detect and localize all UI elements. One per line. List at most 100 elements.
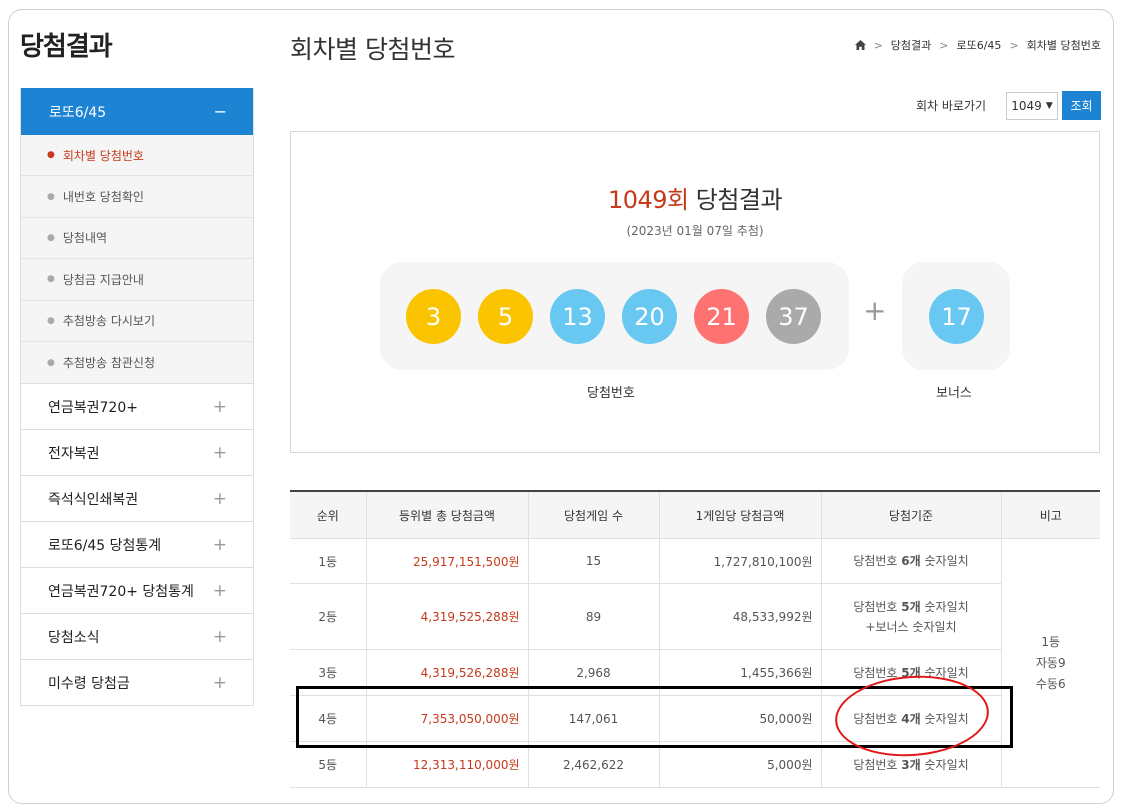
column-header: 당첨기준 bbox=[820, 491, 1002, 539]
rank-cell: 1등 bbox=[290, 538, 367, 584]
search-button[interactable]: 조회 bbox=[1062, 91, 1101, 120]
criteria-text: 숫자일치 bbox=[920, 599, 969, 614]
chevron-right-icon: > bbox=[1009, 38, 1019, 52]
sidebar-item-label: 로또6/45 bbox=[49, 104, 107, 121]
number-ball: 21 bbox=[694, 289, 749, 344]
total-prize-cell: 4,319,525,288원 bbox=[365, 583, 529, 650]
criteria-count: 6개 bbox=[901, 554, 921, 568]
bullet-icon: ● bbox=[47, 315, 55, 326]
draw-date: (2023년 01월 07일 추첨) bbox=[626, 224, 764, 238]
bullet-icon: ● bbox=[47, 232, 55, 243]
plus-icon: + bbox=[212, 580, 227, 601]
submenu-item-my-number-check[interactable]: ● 내번호 당첨확인 bbox=[21, 176, 253, 218]
sidebar-item-label: 로또6/45 당첨통계 bbox=[48, 537, 162, 554]
bullet-icon: ● bbox=[47, 357, 55, 368]
win-result-panel: 1049회 당첨결과 (2023년 01월 07일 추첨) 3 5 13 20 … bbox=[290, 131, 1100, 453]
result-title-text: 당첨결과 bbox=[688, 186, 783, 214]
submenu-item-win-history[interactable]: ● 당첨내역 bbox=[21, 218, 253, 260]
plus-icon: + bbox=[212, 396, 227, 417]
round-select-value: 1049 bbox=[1011, 98, 1042, 113]
collapse-icon: − bbox=[213, 102, 227, 121]
sidebar-title: 당첨결과 bbox=[20, 32, 113, 62]
submenu-item-draw-visit[interactable]: ● 추첨방송 참관신청 bbox=[21, 342, 253, 383]
column-header: 등위별 총 당첨금액 bbox=[365, 491, 529, 539]
breadcrumb-item[interactable]: 당첨결과 bbox=[891, 37, 931, 53]
note-line: 수동6 bbox=[1035, 676, 1066, 691]
submenu-item-payout-guide[interactable]: ● 당첨금 지급안내 bbox=[21, 259, 253, 301]
bullet-icon: ● bbox=[47, 191, 55, 202]
chevron-right-icon: > bbox=[939, 38, 949, 52]
sidebar-item-label: 전자복권 bbox=[48, 445, 100, 462]
per-game-prize-cell: 1,727,810,100원 bbox=[658, 538, 822, 584]
number-ball: 37 bbox=[766, 289, 821, 344]
bonus-label: 보너스 bbox=[936, 386, 972, 401]
sidebar-item-label: 즉석식인쇄복권 bbox=[48, 491, 139, 508]
result-title: 1049회 당첨결과 bbox=[291, 180, 1099, 215]
rank-cell: 2등 bbox=[290, 583, 367, 650]
sidebar-item-pension720[interactable]: 연금복권720+ + bbox=[21, 383, 253, 429]
criteria-text: 숫자일치 bbox=[920, 554, 969, 568]
sidebar-item-instant-print[interactable]: 즉석식인쇄복권 + bbox=[21, 475, 253, 521]
plus-icon: + bbox=[212, 442, 227, 463]
sidebar-item-label: 미수령 당첨금 bbox=[48, 675, 130, 692]
plus-icon: + bbox=[212, 672, 227, 693]
submenu-item-round-numbers[interactable]: ● 회차별 당첨번호 bbox=[21, 135, 253, 177]
criteria-text: 당첨번호 bbox=[853, 599, 902, 614]
note-line: 자동9 bbox=[1035, 655, 1066, 670]
table-header-row: 순위 등위별 총 당첨금액 당첨게임 수 1게임당 당첨금액 당첨기준 비고 bbox=[290, 491, 1100, 539]
criteria-count: 3개 bbox=[901, 757, 921, 772]
winner-count-cell: 89 bbox=[527, 583, 660, 650]
sidebar-item-win-news[interactable]: 당첨소식 + bbox=[21, 613, 253, 659]
bullet-icon: ● bbox=[47, 150, 55, 161]
column-header: 1게임당 당첨금액 bbox=[658, 491, 822, 539]
criteria-bonus-text: +보너스 숫자일치 bbox=[865, 619, 957, 634]
submenu-item-draw-replay[interactable]: ● 추첨방송 다시보기 bbox=[21, 301, 253, 342]
round-goto: 회차 바로가기 1049 ▼ 조회 bbox=[916, 91, 1101, 120]
round-select[interactable]: 1049 ▼ bbox=[1006, 91, 1058, 120]
bonus-number-box: 17 bbox=[902, 262, 1010, 370]
sidebar-nav: 로또6/45 − ● 회차별 당첨번호 ● 내번호 당첨확인 ● 당첨내역 ● 당첨금 … bbox=[20, 88, 254, 707]
plus-icon: + bbox=[212, 626, 227, 647]
total-prize-cell: 12,313,110,000원 bbox=[365, 741, 529, 788]
criteria-count: 5개 bbox=[901, 599, 921, 614]
rank-cell: 5등 bbox=[290, 741, 367, 788]
column-header: 당첨게임 수 bbox=[527, 491, 660, 539]
per-game-prize-cell: 48,533,992원 bbox=[658, 583, 822, 650]
breadcrumb-item[interactable]: 로또6/45 bbox=[956, 37, 1001, 53]
sidebar-item-e-lottery[interactable]: 전자복권 + bbox=[21, 429, 253, 475]
sidebar-item-pension-stats[interactable]: 연금복권720+ 당첨통계 + bbox=[21, 567, 253, 613]
breadcrumb-item: 회차별 당첨번호 bbox=[1026, 39, 1101, 52]
win-numbers-box: 3 5 13 20 21 37 bbox=[380, 262, 849, 370]
submenu-label: 추첨방송 참관신청 bbox=[62, 356, 155, 371]
column-header: 순위 bbox=[290, 491, 367, 539]
criteria-text: 숫자일치 bbox=[920, 757, 969, 772]
breadcrumb: > 당첨결과 > 로또6/45 > 회차별 당첨번호 bbox=[854, 37, 1101, 53]
criteria-cell: 당첨번호 5개 숫자일치 +보너스 숫자일치 bbox=[820, 583, 1002, 650]
note-cell: 1등자동9 수동6 bbox=[1000, 538, 1100, 788]
table-row: 1등 25,917,151,500원 15 1,727,810,100원 당첨번… bbox=[290, 538, 1100, 788]
table-row: 2등 4,319,525,288원 89 48,533,992원 당첨번호 5개… bbox=[290, 583, 1100, 650]
per-game-prize-cell: 5,000원 bbox=[658, 741, 822, 788]
number-ball: 20 bbox=[622, 289, 677, 344]
number-ball: 3 bbox=[406, 289, 461, 344]
sidebar-item-label: 연금복권720+ bbox=[48, 399, 138, 416]
plus-icon: + bbox=[212, 534, 227, 555]
submenu-label: 당첨내역 bbox=[62, 231, 108, 246]
winner-count-cell: 15 bbox=[527, 538, 660, 584]
sidebar-item-unclaimed[interactable]: 미수령 당첨금 + bbox=[21, 659, 253, 705]
sidebar-item-lotto-stats[interactable]: 로또6/45 당첨통계 + bbox=[21, 521, 253, 567]
sidebar-item-lotto645[interactable]: 로또6/45 − bbox=[21, 88, 253, 135]
submenu-label: 추첨방송 다시보기 bbox=[62, 314, 155, 329]
column-header: 비고 bbox=[1000, 491, 1100, 539]
round-number: 1049회 bbox=[607, 186, 689, 214]
sidebar-item-label: 연금복권720+ 당첨통계 bbox=[48, 583, 194, 600]
note-line: 1등 bbox=[1041, 634, 1061, 649]
number-ball: 5 bbox=[478, 289, 533, 344]
winner-count-cell: 2,462,622 bbox=[527, 741, 660, 788]
submenu-label: 당첨금 지급안내 bbox=[62, 272, 144, 287]
round-goto-label: 회차 바로가기 bbox=[915, 99, 986, 113]
plus-icon: + bbox=[863, 294, 887, 327]
sidebar-item-label: 당첨소식 bbox=[48, 629, 100, 646]
home-icon[interactable] bbox=[854, 40, 866, 50]
total-prize-cell: 25,917,151,500원 bbox=[365, 538, 529, 584]
